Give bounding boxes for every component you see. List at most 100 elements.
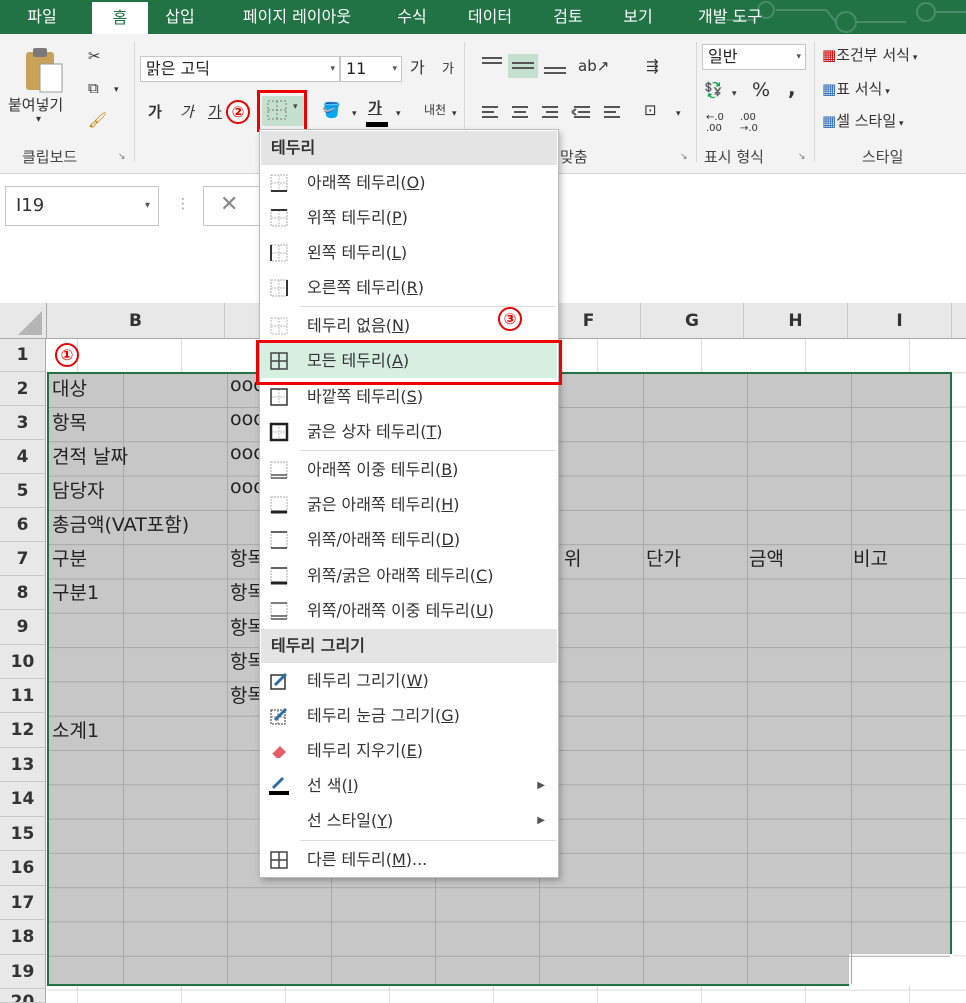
font-size-select[interactable]: 11 ▾	[340, 56, 402, 82]
paste-label[interactable]: 붙여넣기	[8, 94, 63, 115]
menu-item-line-style[interactable]: 선 스타일(Y) ▶	[261, 803, 557, 838]
cancel-icon[interactable]: ✕	[220, 192, 238, 217]
column-header-j[interactable]	[952, 303, 966, 339]
menu-item-thick-bottom-border[interactable]: 굵은 아래쪽 테두리(H)	[261, 487, 557, 522]
row-header-2[interactable]: 2	[0, 372, 46, 406]
cell-b5[interactable]: 담당자	[48, 476, 224, 503]
tab-insert[interactable]: 삽입	[150, 0, 210, 34]
cell-b6[interactable]: 총금액(VAT포함)	[48, 510, 258, 537]
clipboard-launcher-icon[interactable]: ↘	[118, 152, 126, 162]
underline-button[interactable]: 가	[208, 102, 222, 122]
orientation-icon[interactable]: ab↗	[578, 56, 609, 76]
row-header-5[interactable]: 5	[0, 474, 46, 508]
horizontal-align-icons[interactable]	[478, 102, 628, 124]
cell-b12[interactable]: 소계1	[48, 716, 224, 743]
wrap-text-icon[interactable]: ⇶	[646, 56, 659, 76]
row-header-17[interactable]: 17	[0, 886, 46, 920]
cell-c11[interactable]: 항목	[226, 681, 260, 708]
cell-c3[interactable]: ooo	[226, 408, 260, 430]
cell-b4[interactable]: 견적 날짜	[48, 442, 224, 469]
cell-b7[interactable]: 구분	[48, 544, 224, 571]
cell-b2[interactable]: 대상	[48, 374, 224, 401]
row-header-16[interactable]: 16	[0, 851, 46, 886]
paste-button[interactable]	[22, 44, 66, 96]
number-format-select[interactable]: 일반 ▾	[702, 44, 806, 70]
name-box[interactable]: I19 ▾	[5, 186, 159, 226]
format-as-table-button[interactable]: ▦표 서식 ▾	[822, 78, 890, 99]
format-painter-icon[interactable]: 🖌	[88, 110, 107, 130]
phonetic-dropdown-icon[interactable]: ▾	[452, 104, 457, 124]
active-cell-i19[interactable]	[849, 954, 953, 986]
tab-view[interactable]: 보기	[608, 0, 668, 34]
cell-f7[interactable]: 위	[560, 544, 640, 571]
cell-styles-button[interactable]: ▦셀 스타일 ▾	[822, 110, 904, 131]
menu-item-bottom-double-border[interactable]: 아래쪽 이중 테두리(B)	[261, 452, 557, 487]
menu-item-thick-box-border[interactable]: 굵은 상자 테두리(T)	[261, 414, 557, 449]
menu-item-more-borders[interactable]: 다른 테두리(M)...	[261, 842, 557, 877]
row-header-15[interactable]: 15	[0, 817, 46, 851]
menu-item-line-color[interactable]: 선 색(I) ▶	[261, 768, 557, 803]
merge-center-icon[interactable]: ⊡	[644, 100, 657, 120]
column-header-b[interactable]: B	[47, 303, 225, 339]
accounting-dropdown-icon[interactable]: ▾	[732, 84, 737, 104]
cell-c7[interactable]: 항목	[226, 544, 260, 571]
font-name-select[interactable]: 맑은 고딕 ▾	[140, 56, 340, 82]
fill-color-dropdown-icon[interactable]: ▾	[352, 104, 357, 124]
accounting-format-icon[interactable]: 💱	[704, 80, 723, 100]
tab-data[interactable]: 데이터	[450, 0, 530, 34]
menu-item-right-border[interactable]: 오른쪽 테두리(R)	[261, 270, 557, 305]
row-header-7[interactable]: 7	[0, 542, 46, 576]
menu-item-top-thick-bottom-border[interactable]: 위쪽/굵은 아래쪽 테두리(C)	[261, 558, 557, 593]
tab-formulas[interactable]: 수식	[382, 0, 442, 34]
cell-i7[interactable]: 비고	[849, 544, 949, 571]
row-header-1[interactable]: 1	[0, 339, 46, 372]
comma-button[interactable]: ,	[788, 78, 796, 98]
vertical-align-icons[interactable]	[478, 54, 574, 78]
phonetic-button[interactable]: 내천	[424, 100, 446, 120]
grow-font-button[interactable]: 가	[410, 58, 425, 78]
merge-dropdown-icon[interactable]: ▾	[676, 104, 681, 124]
fill-color-icon[interactable]: 🪣	[322, 100, 341, 120]
menu-item-top-bottom-border[interactable]: 위쪽/아래쪽 테두리(D)	[261, 522, 557, 557]
cell-c10[interactable]: 항목	[226, 647, 260, 674]
column-header-i[interactable]: I	[848, 303, 952, 339]
menu-item-top-border[interactable]: 위쪽 테두리(P)	[261, 200, 557, 235]
row-header-18[interactable]: 18	[0, 920, 46, 955]
row-header-14[interactable]: 14	[0, 782, 46, 817]
cell-b8[interactable]: 구분1	[48, 578, 224, 605]
bold-button[interactable]: 가	[148, 102, 162, 122]
tab-developer[interactable]: 개발 도구	[680, 0, 780, 34]
column-header-g[interactable]: G	[641, 303, 744, 339]
percent-button[interactable]: %	[752, 80, 770, 100]
font-color-dropdown-icon[interactable]: ▾	[396, 104, 401, 124]
row-header-4[interactable]: 4	[0, 440, 46, 474]
cut-icon[interactable]: ✂	[88, 46, 101, 66]
row-header-12[interactable]: 12	[0, 713, 46, 748]
cell-b3[interactable]: 항목	[48, 408, 224, 435]
row-header-10[interactable]: 10	[0, 645, 46, 679]
alignment-launcher-icon[interactable]: ↘	[680, 152, 688, 162]
menu-item-left-border[interactable]: 왼쪽 테두리(L)	[261, 235, 557, 270]
menu-item-draw-border[interactable]: 테두리 그리기(W)	[261, 663, 557, 698]
menu-item-top-double-bottom-border[interactable]: 위쪽/아래쪽 이중 테두리(U)	[261, 593, 557, 628]
menu-item-bottom-border[interactable]: 아래쪽 테두리(O)	[261, 165, 557, 200]
copy-icon[interactable]: ⧉	[88, 78, 99, 98]
font-color-button[interactable]: 가	[368, 98, 382, 118]
menu-item-erase-border[interactable]: 테두리 지우기(E)	[261, 733, 557, 768]
cell-c8[interactable]: 항목	[226, 578, 260, 605]
select-all-corner[interactable]	[0, 303, 47, 339]
cell-c2[interactable]: ooo	[226, 374, 260, 396]
tab-review[interactable]: 검토	[538, 0, 598, 34]
row-header-3[interactable]: 3	[0, 406, 46, 440]
cell-g7[interactable]: 단가	[642, 544, 742, 571]
copy-dropdown-icon[interactable]: ▾	[114, 80, 119, 100]
cell-c9[interactable]: 항목	[226, 613, 260, 640]
decrease-decimal-icon[interactable]: .00 →.0	[740, 112, 758, 134]
cell-h7[interactable]: 금액	[745, 544, 845, 571]
tab-page-layout[interactable]: 페이지 레이아웃	[222, 0, 372, 34]
row-header-13[interactable]: 13	[0, 748, 46, 782]
cell-c5[interactable]: ooo	[226, 476, 260, 498]
cell-c4[interactable]: ooo	[226, 442, 260, 464]
italic-button[interactable]: 가	[180, 102, 194, 122]
menu-item-draw-border-grid[interactable]: 테두리 눈금 그리기(G)	[261, 698, 557, 733]
